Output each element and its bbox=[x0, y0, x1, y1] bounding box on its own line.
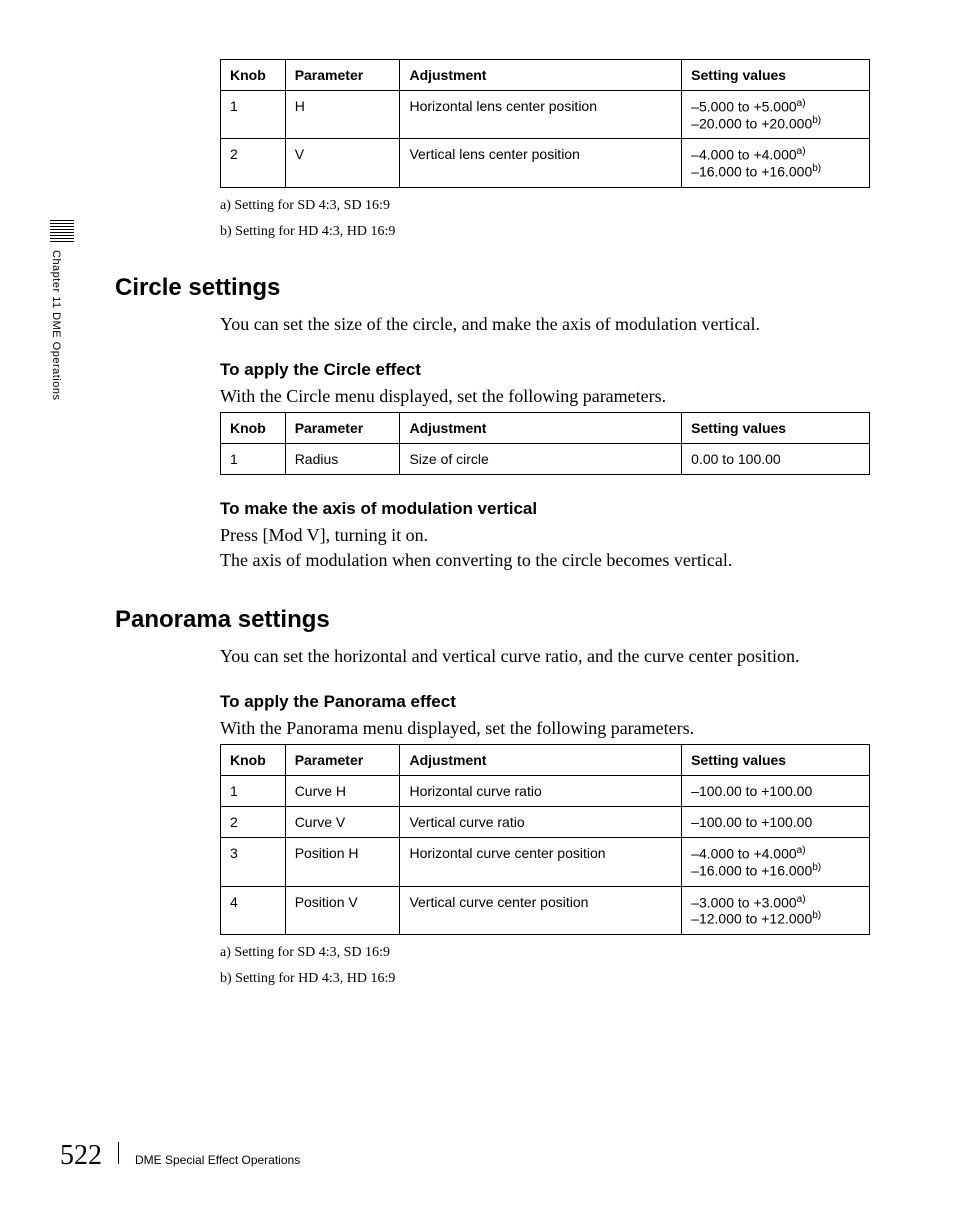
sidebar-lines-icon bbox=[50, 220, 74, 242]
mod-v-line1: Press [Mod V], turning it on. bbox=[220, 523, 875, 547]
cell-adj: Vertical curve center position bbox=[400, 886, 682, 934]
th-setting: Setting values bbox=[682, 745, 870, 776]
note-a: a) bbox=[797, 845, 806, 856]
th-parameter: Parameter bbox=[285, 60, 400, 91]
table-row: 1 Curve H Horizontal curve ratio –100.00… bbox=[221, 776, 870, 807]
heading-apply-circle: To apply the Circle effect bbox=[220, 360, 875, 380]
cell-setting: –3.000 to +3.000a) –12.000 to +12.000b) bbox=[682, 886, 870, 934]
setting-line2: –16.000 to +16.000 bbox=[691, 863, 812, 879]
cell-setting: 0.00 to 100.00 bbox=[682, 444, 870, 475]
cell-adj: Size of circle bbox=[400, 444, 682, 475]
setting-line1: –4.000 to +4.000 bbox=[691, 147, 797, 163]
table-header-row: Knob Parameter Adjustment Setting values bbox=[221, 60, 870, 91]
cell-setting: –4.000 to +4.000a) –16.000 to +16.000b) bbox=[682, 139, 870, 187]
cell-param: Curve H bbox=[285, 776, 400, 807]
note-a: a) bbox=[797, 146, 806, 157]
table-row: 2 Curve V Vertical curve ratio –100.00 t… bbox=[221, 807, 870, 838]
th-parameter: Parameter bbox=[285, 745, 400, 776]
setting-line2: –16.000 to +16.000 bbox=[691, 164, 812, 180]
panorama-sub1-text: With the Panorama menu displayed, set th… bbox=[220, 716, 875, 740]
th-adjustment: Adjustment bbox=[400, 413, 682, 444]
cell-param: Radius bbox=[285, 444, 400, 475]
table-circle: Knob Parameter Adjustment Setting values… bbox=[220, 412, 870, 475]
note-b: b) bbox=[812, 862, 821, 873]
cell-adj: Vertical curve ratio bbox=[400, 807, 682, 838]
footnote-b: b) Setting for HD 4:3, HD 16:9 bbox=[220, 224, 875, 240]
cell-adj: Horizontal curve ratio bbox=[400, 776, 682, 807]
th-setting: Setting values bbox=[682, 413, 870, 444]
heading-mod-vertical: To make the axis of modulation vertical bbox=[220, 499, 875, 519]
heading-apply-panorama: To apply the Panorama effect bbox=[220, 692, 875, 712]
cell-param: Position V bbox=[285, 886, 400, 934]
table-row: 1 Radius Size of circle 0.00 to 100.00 bbox=[221, 444, 870, 475]
th-knob: Knob bbox=[221, 413, 286, 444]
cell-param: V bbox=[285, 139, 400, 187]
cell-param: Curve V bbox=[285, 807, 400, 838]
footer: 522 DME Special Effect Operations bbox=[60, 1140, 300, 1172]
th-adjustment: Adjustment bbox=[400, 745, 682, 776]
heading-circle-settings: Circle settings bbox=[115, 274, 875, 302]
cell-knob: 1 bbox=[221, 444, 286, 475]
th-knob: Knob bbox=[221, 60, 286, 91]
note-a: a) bbox=[797, 98, 806, 109]
cell-knob: 2 bbox=[221, 139, 286, 187]
cell-knob: 4 bbox=[221, 886, 286, 934]
footnote-a: a) Setting for SD 4:3, SD 16:9 bbox=[220, 198, 875, 214]
footnote-b: b) Setting for HD 4:3, HD 16:9 bbox=[220, 971, 875, 987]
table-header-row: Knob Parameter Adjustment Setting values bbox=[221, 745, 870, 776]
circle-intro: You can set the size of the circle, and … bbox=[220, 312, 875, 336]
setting-line1: –4.000 to +4.000 bbox=[691, 846, 797, 862]
panorama-intro: You can set the horizontal and vertical … bbox=[220, 644, 875, 668]
note-b: b) bbox=[812, 910, 821, 921]
th-knob: Knob bbox=[221, 745, 286, 776]
cell-knob: 1 bbox=[221, 91, 286, 139]
th-setting: Setting values bbox=[682, 60, 870, 91]
note-a: a) bbox=[797, 894, 806, 905]
mod-v-line2: The axis of modulation when converting t… bbox=[220, 548, 875, 572]
cell-param: H bbox=[285, 91, 400, 139]
setting-line1: –3.000 to +3.000 bbox=[691, 894, 797, 910]
setting-line2: –12.000 to +12.000 bbox=[691, 911, 812, 927]
cell-knob: 3 bbox=[221, 838, 286, 886]
cell-adj: Horizontal lens center position bbox=[400, 91, 682, 139]
footer-section-title: DME Special Effect Operations bbox=[135, 1153, 300, 1167]
cell-setting: –4.000 to +4.000a) –16.000 to +16.000b) bbox=[682, 838, 870, 886]
heading-panorama-settings: Panorama settings bbox=[115, 606, 875, 634]
table-lens: Knob Parameter Adjustment Setting values… bbox=[220, 59, 870, 188]
th-parameter: Parameter bbox=[285, 413, 400, 444]
table-row: 4 Position V Vertical curve center posit… bbox=[221, 886, 870, 934]
sidebar: Chapter 11 DME Operations bbox=[50, 220, 74, 400]
main-content: Knob Parameter Adjustment Setting values… bbox=[115, 55, 875, 987]
table-panorama: Knob Parameter Adjustment Setting values… bbox=[220, 744, 870, 935]
table-row: 3 Position H Horizontal curve center pos… bbox=[221, 838, 870, 886]
cell-setting: –5.000 to +5.000a) –20.000 to +20.000b) bbox=[682, 91, 870, 139]
cell-knob: 2 bbox=[221, 807, 286, 838]
note-b: b) bbox=[812, 163, 821, 174]
footer-separator bbox=[118, 1142, 119, 1164]
cell-knob: 1 bbox=[221, 776, 286, 807]
page-number: 522 bbox=[60, 1140, 102, 1172]
cell-param: Position H bbox=[285, 838, 400, 886]
cell-adj: Horizontal curve center position bbox=[400, 838, 682, 886]
footnote-a: a) Setting for SD 4:3, SD 16:9 bbox=[220, 945, 875, 961]
setting-line1: –5.000 to +5.000 bbox=[691, 99, 797, 115]
table-header-row: Knob Parameter Adjustment Setting values bbox=[221, 413, 870, 444]
cell-adj: Vertical lens center position bbox=[400, 139, 682, 187]
setting-line2: –20.000 to +20.000 bbox=[691, 115, 812, 131]
circle-sub1-text: With the Circle menu displayed, set the … bbox=[220, 384, 875, 408]
note-b: b) bbox=[812, 115, 821, 126]
cell-setting: –100.00 to +100.00 bbox=[682, 807, 870, 838]
th-adjustment: Adjustment bbox=[400, 60, 682, 91]
cell-setting: –100.00 to +100.00 bbox=[682, 776, 870, 807]
chapter-label: Chapter 11 DME Operations bbox=[50, 250, 62, 400]
table-row: 2 V Vertical lens center position –4.000… bbox=[221, 139, 870, 187]
table-row: 1 H Horizontal lens center position –5.0… bbox=[221, 91, 870, 139]
